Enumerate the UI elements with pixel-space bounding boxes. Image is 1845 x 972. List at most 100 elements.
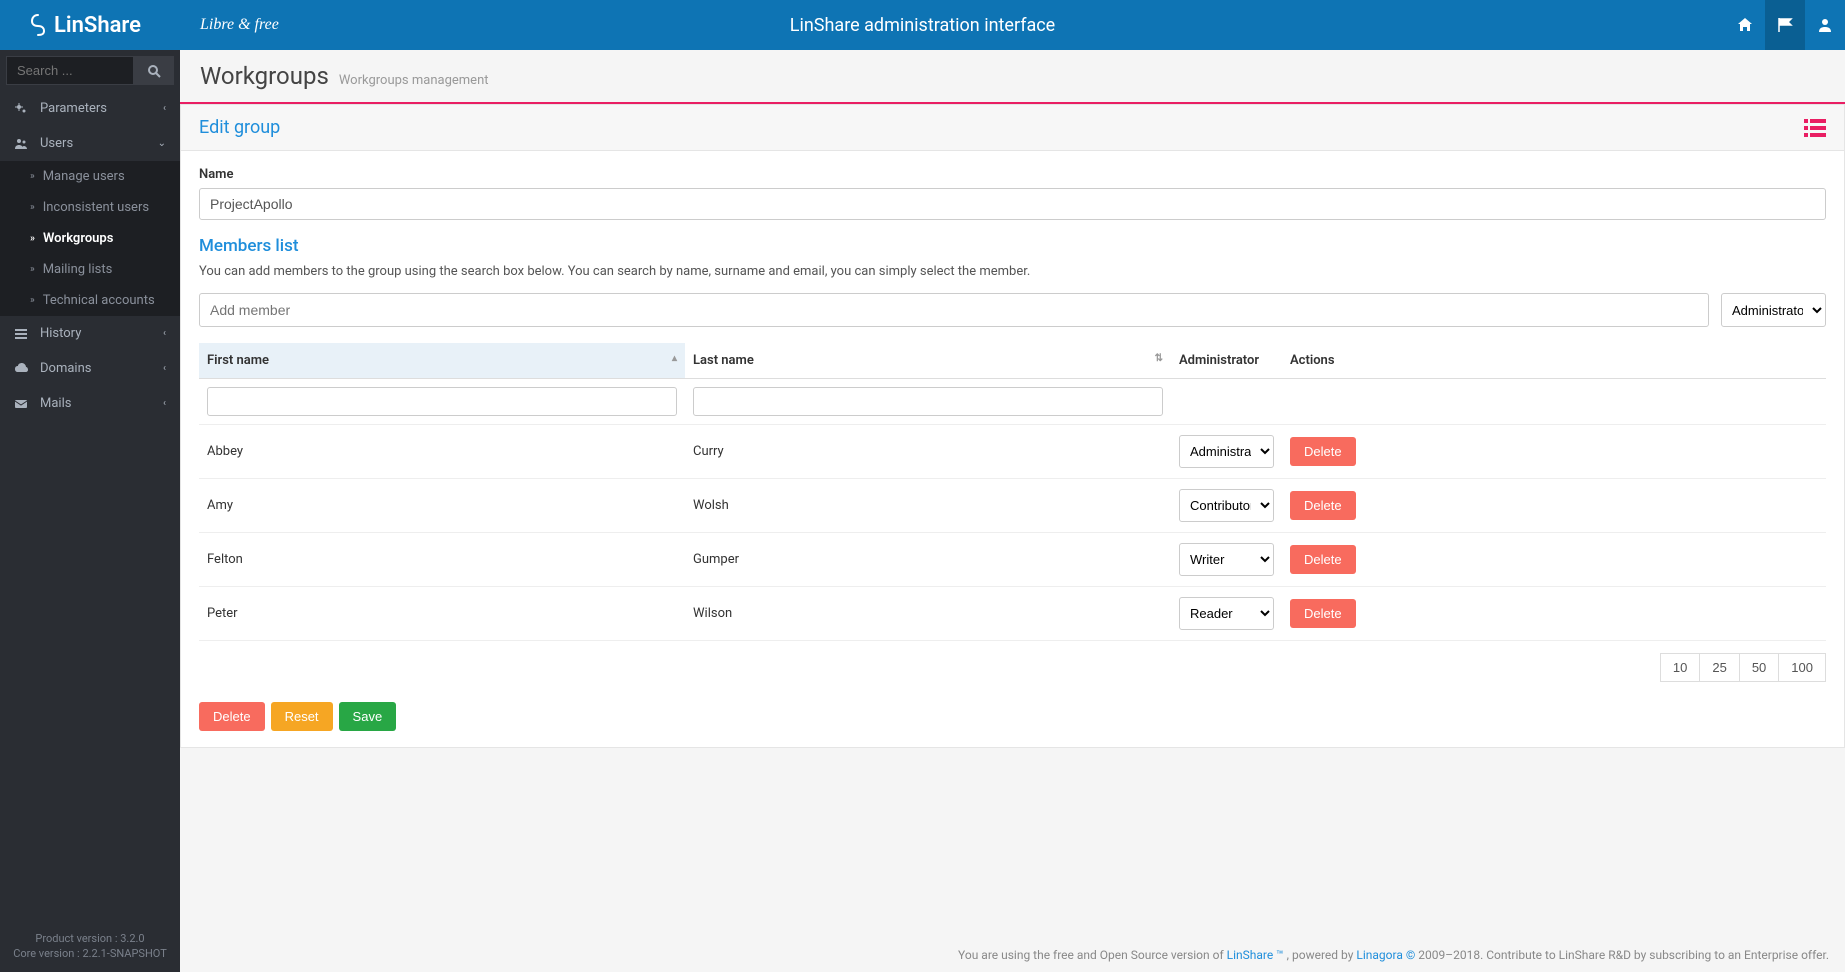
footer-linshare-link[interactable]: LinShare ™ — [1227, 948, 1284, 962]
table-row: PeterWilsonReader Delete — [199, 587, 1826, 641]
nav-label: Parameters — [40, 101, 107, 116]
members-table: First name▴ Last name⇅ Administrator Act… — [199, 343, 1826, 641]
page-size-button[interactable]: 25 — [1699, 653, 1739, 682]
flag-icon[interactable] — [1765, 0, 1805, 50]
row-delete-button[interactable]: Delete — [1290, 437, 1356, 466]
delete-button[interactable]: Delete — [199, 702, 265, 731]
angle-icon: » — [30, 171, 35, 182]
nav-manage-users[interactable]: »Manage users — [0, 161, 180, 192]
filter-firstname[interactable] — [207, 387, 677, 416]
nav-mailing-lists[interactable]: » Mailing lists — [0, 254, 180, 285]
nav-workgroups[interactable]: » Workgroups — [0, 223, 180, 254]
nav-mails[interactable]: Mails ‹ — [0, 386, 180, 421]
footer-text: , powered by — [1284, 948, 1357, 962]
header-firstname[interactable]: First name▴ — [199, 343, 685, 379]
nav-label: History — [40, 326, 81, 341]
nav-label: Domains — [40, 361, 91, 376]
nav-users[interactable]: Users ⌄ — [0, 126, 180, 161]
header-lastname[interactable]: Last name⇅ — [685, 343, 1171, 379]
search-input[interactable] — [6, 56, 134, 85]
row-role-select[interactable]: Reader — [1179, 597, 1274, 630]
table-row: AmyWolshContributor Delete — [199, 479, 1826, 533]
add-member-input[interactable] — [199, 293, 1709, 327]
panel-header: Edit group — [181, 105, 1844, 151]
sidebar-search — [0, 50, 180, 91]
nav-inconsistent-users[interactable]: » Inconsistent users — [0, 192, 180, 223]
angle-icon: » — [30, 295, 35, 306]
tagline: Libre & free — [200, 16, 279, 34]
sub-label: Inconsistent users — [43, 200, 149, 215]
footer-text: You are using the free and Open Source v… — [958, 948, 1227, 962]
page-title: Workgroups — [200, 62, 329, 90]
header-actions: Actions — [1282, 343, 1826, 379]
reset-button[interactable]: Reset — [271, 702, 333, 731]
save-button[interactable]: Save — [339, 702, 397, 731]
chevron-left-icon: ‹ — [163, 103, 166, 114]
version-info: Product version : 3.2.0 Core version : 2… — [0, 920, 180, 972]
sub-label: Workgroups — [43, 231, 114, 246]
chevron-left-icon: ‹ — [163, 328, 166, 339]
logo-text: LinShare — [54, 13, 141, 38]
envelope-icon — [14, 397, 32, 411]
page-size-button[interactable]: 100 — [1778, 653, 1826, 682]
nav-domains[interactable]: Domains ‹ — [0, 351, 180, 386]
page-subtitle: Workgroups management — [339, 73, 489, 88]
table-row: AbbeyCurryAdministratorDelete — [199, 425, 1826, 479]
nav-technical-accounts[interactable]: »Technical accounts — [0, 285, 180, 316]
nav-parameters[interactable]: Parameters ‹ — [0, 91, 180, 126]
nav-users-submenu: »Manage users » Inconsistent users » Workg… — [0, 161, 180, 316]
row-delete-button[interactable]: Delete — [1290, 491, 1356, 520]
sidebar-nav: Parameters ‹ Users ⌄ »Manage users » Inco… — [0, 91, 180, 920]
filter-lastname[interactable] — [693, 387, 1163, 416]
footer-linagora-link[interactable]: Linagora © — [1356, 948, 1415, 962]
logo-icon — [28, 13, 48, 37]
app-header: LinShare Libre & free LinShare administr… — [0, 0, 1845, 50]
name-group: Name — [199, 167, 1826, 220]
footer: You are using the free and Open Source v… — [180, 938, 1845, 972]
logo[interactable]: LinShare — [0, 13, 180, 38]
cogs-icon — [14, 102, 32, 116]
list-icon — [14, 327, 32, 341]
chevron-left-icon: ‹ — [163, 363, 166, 374]
default-role-select[interactable]: Administrator — [1721, 293, 1826, 327]
action-buttons: Delete Reset Save — [199, 702, 1826, 731]
cell-firstname: Amy — [199, 479, 685, 533]
row-role-select[interactable]: Contributor — [1179, 489, 1274, 522]
row-delete-button[interactable]: Delete — [1290, 545, 1356, 574]
home-icon[interactable] — [1725, 0, 1765, 50]
sort-asc-icon: ▴ — [672, 353, 677, 364]
edit-group-panel: Edit group Name Members list You can add… — [180, 104, 1845, 748]
main-content: Workgroups Workgroups management Edit gr… — [180, 50, 1845, 972]
cell-lastname: Wilson — [685, 587, 1171, 641]
panel-body: Name Members list You can add members to… — [181, 151, 1844, 747]
sort-icon: ⇅ — [1155, 353, 1163, 364]
header-admin: Administrator — [1171, 343, 1282, 379]
panel-title: Edit group — [199, 117, 280, 138]
cloud-icon — [14, 362, 32, 376]
sidebar: Parameters ‹ Users ⌄ »Manage users » Inco… — [0, 50, 180, 972]
header-title: LinShare administration interface — [790, 15, 1055, 36]
row-role-select[interactable]: Writer — [1179, 543, 1274, 576]
cell-firstname: Abbey — [199, 425, 685, 479]
list-view-icon[interactable] — [1804, 119, 1826, 137]
cell-firstname: Felton — [199, 533, 685, 587]
core-version: Core version : 2.2.1-SNAPSHOT — [0, 947, 180, 960]
cell-lastname: Wolsh — [685, 479, 1171, 533]
angle-icon: » — [30, 202, 35, 213]
nav-history[interactable]: History ‹ — [0, 316, 180, 351]
nav-label: Mails — [40, 396, 71, 411]
product-version: Product version : 3.2.0 — [0, 932, 180, 945]
sub-label: Mailing lists — [43, 262, 113, 277]
row-delete-button[interactable]: Delete — [1290, 599, 1356, 628]
page-size-button[interactable]: 50 — [1739, 653, 1779, 682]
user-icon[interactable] — [1805, 0, 1845, 50]
name-input[interactable] — [199, 188, 1826, 220]
angle-icon: » — [30, 233, 35, 244]
name-label: Name — [199, 167, 1826, 182]
search-button[interactable] — [134, 56, 174, 85]
cell-firstname: Peter — [199, 587, 685, 641]
row-role-select[interactable]: Administrator — [1179, 435, 1274, 468]
angle-icon: » — [30, 264, 35, 275]
members-title: Members list — [199, 236, 1826, 256]
page-size-button[interactable]: 10 — [1660, 653, 1700, 682]
